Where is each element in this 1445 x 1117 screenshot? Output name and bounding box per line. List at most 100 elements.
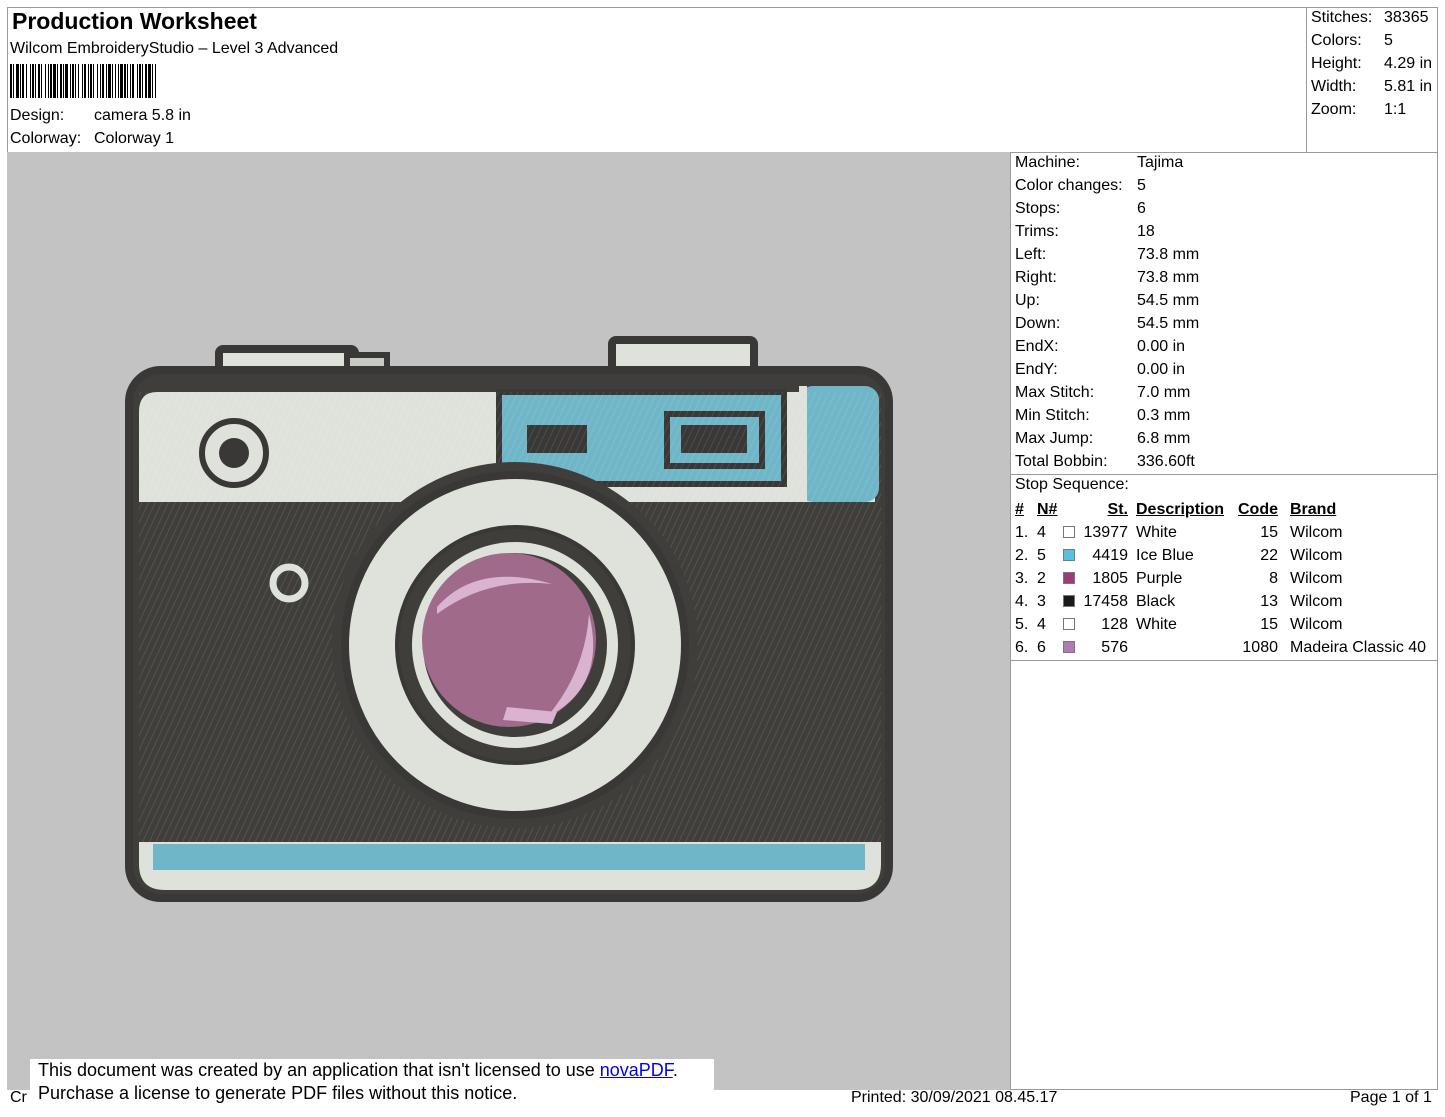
stop-description	[1136, 636, 1238, 659]
machine-stat-label: Right:	[1015, 268, 1057, 286]
machine-stat-row: Total Bobbin: 336.60ft	[1015, 450, 1199, 473]
stop-code: 22	[1260, 546, 1278, 564]
machine-stat-label: EndX:	[1015, 337, 1059, 355]
color-swatch	[1063, 544, 1081, 567]
stop-needle: 4	[1037, 615, 1046, 633]
machine-stat-value: 54.5 mm	[1137, 314, 1200, 332]
machine-stat-label: Up:	[1015, 291, 1040, 309]
stop-stitches: 17458	[1083, 592, 1129, 610]
footer-left-fragment: Cr	[10, 1089, 27, 1106]
machine-stat-value: 0.3 mm	[1137, 406, 1191, 424]
col-header-swatch	[1063, 498, 1081, 521]
stop-code: 15	[1260, 615, 1278, 633]
colorway-value: Colorway 1	[94, 130, 175, 147]
bottom-blue-stripe	[153, 844, 865, 870]
stop-brand: Wilcom	[1290, 615, 1343, 633]
stop-needle: 6	[1037, 638, 1046, 656]
color-swatch	[1063, 636, 1081, 659]
machine-stat-value: 5	[1137, 176, 1146, 194]
stop-sequence-table: # N# St. Description Code Brand 1. 4 13977…	[1015, 498, 1426, 659]
barcode-bar	[156, 64, 157, 98]
stop-sequence-title: Stop Sequence:	[1015, 476, 1129, 493]
stop-stitches: 13977	[1083, 523, 1129, 541]
machine-stat-label: Color changes:	[1015, 176, 1123, 194]
stop-description: Black	[1136, 592, 1176, 610]
machine-stat-label: Min Stitch:	[1015, 406, 1090, 424]
stop-sequence-row: 5. 4 128 White 15 Wilcom	[1015, 613, 1426, 636]
summary-label: Width:	[1311, 77, 1357, 95]
notice-line-2: Purchase a license to generate PDF files…	[38, 1083, 518, 1103]
divider-line	[1011, 474, 1437, 475]
notice-period: .	[672, 1060, 678, 1080]
summary-row: Zoom: 1:1	[1311, 98, 1432, 121]
color-swatch	[1063, 590, 1081, 613]
stop-num: 3.	[1015, 569, 1029, 587]
stop-sequence-row: 1. 4 13977 White 15 Wilcom	[1015, 521, 1426, 544]
machine-stat-row: Machine: Tajima	[1015, 151, 1199, 174]
col-header-num: #	[1015, 500, 1024, 518]
summary-label: Stitches:	[1311, 8, 1373, 26]
machine-stat-value: 73.8 mm	[1137, 268, 1200, 286]
notice-line-1: This document was created by an applicat…	[38, 1059, 714, 1082]
summary-row: Width: 5.81 in	[1311, 75, 1432, 98]
stop-sequence-row: 3. 2 1805 Purple 8 Wilcom	[1015, 567, 1426, 590]
machine-stat-value: 336.60ft	[1137, 452, 1195, 470]
machine-stat-value: 0.00 in	[1137, 337, 1186, 355]
stop-num: 2.	[1015, 546, 1029, 564]
summary-value: 4.29 in	[1384, 54, 1433, 72]
stop-stitches: 128	[1101, 615, 1128, 633]
machine-stat-row: Max Stitch: 7.0 mm	[1015, 381, 1199, 404]
stop-num: 4.	[1015, 592, 1029, 610]
col-header-code: Code	[1238, 500, 1278, 518]
machine-stat-row: Color changes: 5	[1015, 174, 1199, 197]
machine-stat-label: Max Jump:	[1015, 429, 1094, 447]
summary-value: 1:1	[1384, 100, 1407, 118]
colorway-label: Colorway:	[10, 130, 82, 147]
machine-stat-label: Machine:	[1015, 153, 1080, 171]
stop-stitches: 576	[1101, 638, 1128, 656]
stop-needle: 3	[1037, 592, 1046, 610]
design-label: Design:	[10, 107, 65, 124]
color-swatch-icon	[1063, 548, 1075, 561]
machine-stat-value: 54.5 mm	[1137, 291, 1200, 309]
stop-code: 13	[1260, 592, 1278, 610]
color-swatch	[1063, 613, 1081, 636]
machine-stat-row: Stops: 6	[1015, 197, 1199, 220]
stop-brand: Wilcom	[1290, 569, 1343, 587]
summary-value: 38365	[1384, 8, 1429, 26]
stop-brand: Wilcom	[1290, 592, 1343, 610]
color-swatch-icon	[1063, 617, 1075, 630]
novapdf-link[interactable]: novaPDF	[600, 1060, 673, 1080]
machine-stat-value: 6.8 mm	[1137, 429, 1191, 447]
machine-stat-row: Right: 73.8 mm	[1015, 266, 1199, 289]
stop-stitches: 4419	[1092, 546, 1128, 564]
stop-code: 8	[1269, 569, 1278, 587]
stop-needle: 5	[1037, 546, 1046, 564]
stop-brand: Wilcom	[1290, 523, 1343, 541]
machine-stat-value: 18	[1137, 222, 1155, 240]
stop-description: White	[1136, 523, 1177, 541]
col-header-brand: Brand	[1290, 500, 1337, 518]
col-header-needle: N#	[1037, 500, 1058, 518]
stop-code: 15	[1260, 523, 1278, 541]
machine-stat-label: EndY:	[1015, 360, 1058, 378]
machine-stat-label: Max Stitch:	[1015, 383, 1095, 401]
machine-stat-value: 0.00 in	[1137, 360, 1186, 378]
machine-stat-label: Stops:	[1015, 199, 1061, 217]
summary-table: Stitches: 38365 Colors: 5 Height: 4.29 in W…	[1311, 6, 1432, 121]
machine-stat-row: Max Jump: 6.8 mm	[1015, 427, 1199, 450]
stop-needle: 2	[1037, 569, 1046, 587]
page-number: Page 1 of 1	[1350, 1089, 1432, 1106]
camera-embroidery-image	[125, 336, 893, 902]
color-swatch-icon	[1063, 525, 1075, 538]
machine-stats-table: Machine: Tajima Color changes: 5 Stops: 6 Trim…	[1015, 151, 1199, 473]
machine-stat-value: 7.0 mm	[1137, 383, 1191, 401]
stop-code: 1080	[1242, 638, 1278, 656]
stop-num: 6.	[1015, 638, 1029, 656]
summary-label: Height:	[1311, 54, 1362, 72]
license-notice: This document was created by an applicat…	[30, 1059, 714, 1114]
stop-stitches: 1805	[1092, 569, 1128, 587]
machine-stat-row: EndY: 0.00 in	[1015, 358, 1199, 381]
machine-stat-row: Left: 73.8 mm	[1015, 243, 1199, 266]
machine-stat-value: Tajima	[1137, 153, 1184, 171]
